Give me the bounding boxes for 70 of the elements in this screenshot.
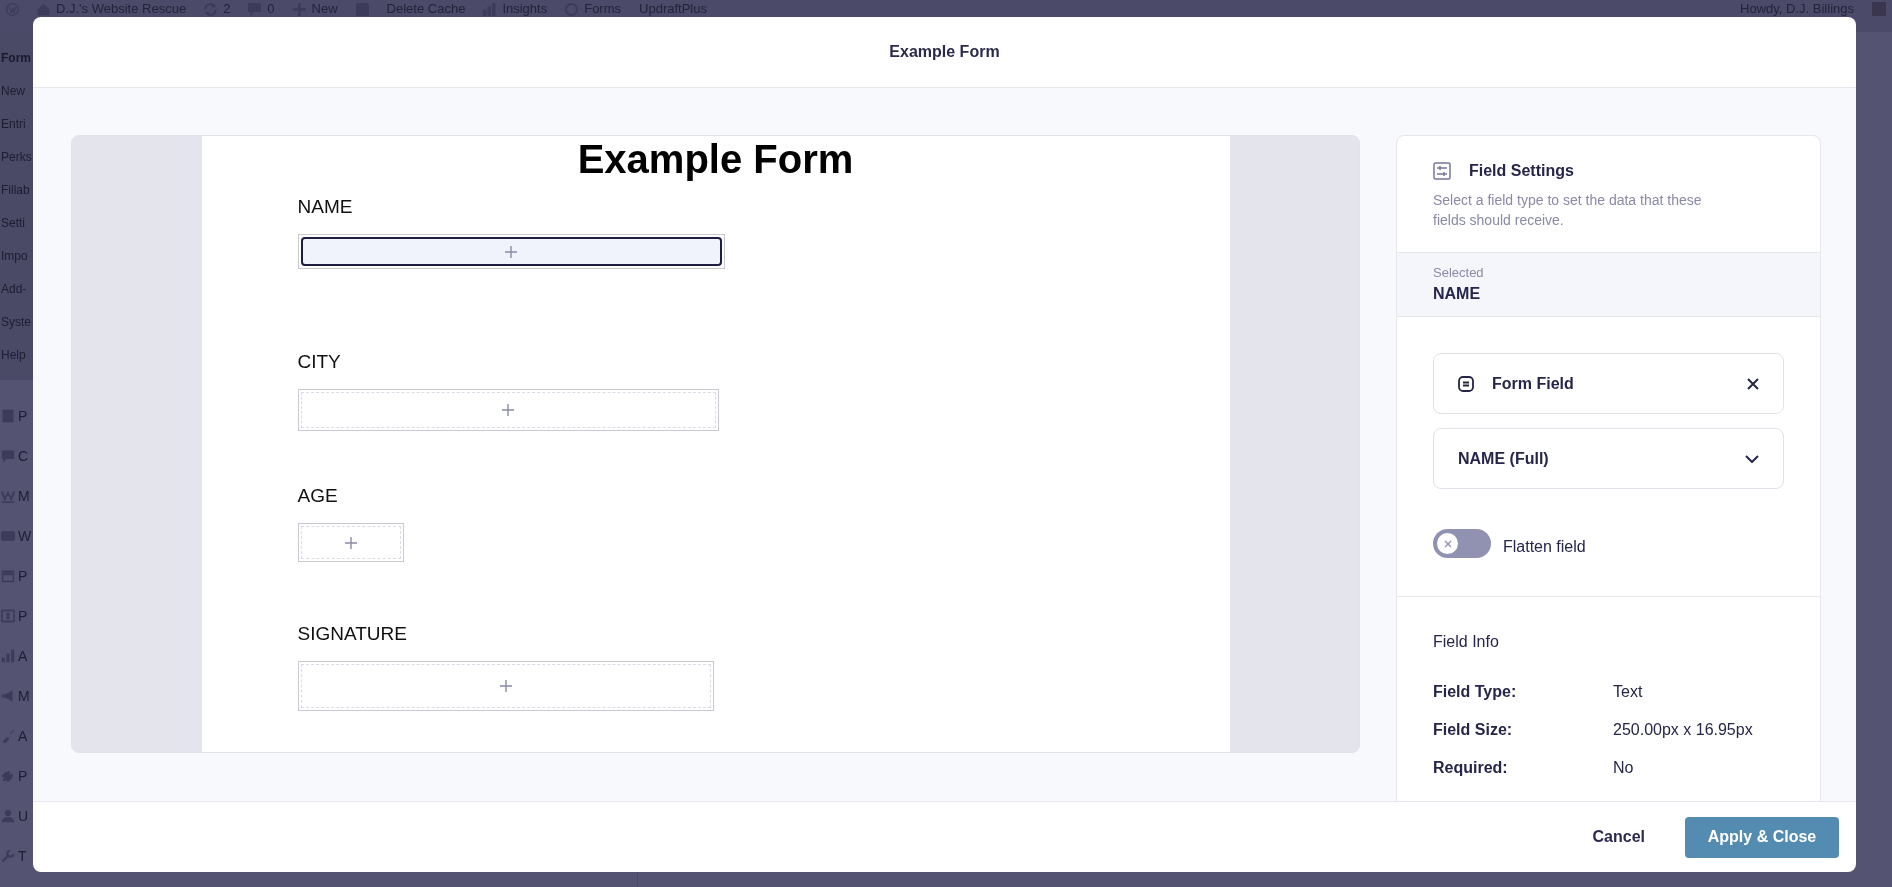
archive-icon — [1, 569, 15, 583]
menu-item[interactable]: M — [0, 476, 160, 516]
menu-item[interactable]: P — [0, 596, 160, 636]
document-icon — [1, 409, 15, 423]
form-field-slot[interactable] — [297, 389, 719, 431]
wave-letter-icon — [1, 489, 15, 503]
plus-icon — [344, 536, 357, 549]
form-field-icon — [1458, 375, 1474, 392]
menu-item[interactable]: M — [0, 676, 160, 716]
speech-bubble-icon — [1, 449, 15, 463]
refresh-icon — [204, 2, 218, 16]
x-mark-icon — [1443, 539, 1452, 548]
plus-icon — [502, 404, 514, 416]
section-title: Field Info — [1433, 633, 1500, 651]
bar-chart-icon — [483, 2, 497, 16]
info-label: Field Type: — [1433, 683, 1518, 701]
field-label: SIGNATURE — [297, 623, 407, 645]
wrench-icon — [1, 849, 15, 863]
close-icon[interactable] — [1747, 377, 1759, 390]
selected-value: NAME — [1433, 285, 1482, 303]
toolbar-item[interactable] — [355, 2, 369, 16]
menu-item[interactable]: A — [0, 716, 160, 756]
panel-description: Select a field type to set the data that these fields should receive. — [1433, 191, 1703, 230]
info-value: Text — [1613, 683, 1644, 701]
form-field-slot[interactable] — [297, 661, 714, 711]
selected-label: Selected — [1433, 265, 1485, 280]
forms-logo-icon — [565, 2, 579, 16]
field-label: CITY — [297, 351, 341, 373]
menu-item[interactable]: P — [0, 556, 160, 596]
plus-icon — [505, 245, 517, 258]
field-type-chip[interactable]: Form Field — [1433, 353, 1784, 414]
bar-chart-icon — [1, 649, 15, 663]
info-label: Required: — [1433, 759, 1509, 777]
menu-item[interactable]: T — [0, 836, 160, 876]
info-value: No — [1613, 759, 1635, 777]
toggle-label: Flatten field — [1503, 537, 1586, 556]
apply-close-button[interactable]: Apply & Close — [1685, 816, 1839, 858]
menu-item[interactable]: P — [0, 396, 160, 436]
field-label: AGE — [297, 485, 338, 507]
person-icon — [1, 809, 15, 823]
home-icon — [37, 2, 50, 16]
mapping-dropdown[interactable]: NAME (Full) — [1433, 428, 1784, 489]
flatten-toggle[interactable] — [1433, 529, 1491, 558]
form-field-slot[interactable] — [297, 523, 404, 562]
menu-item[interactable]: U — [0, 796, 160, 836]
field-type-label: Form Field — [1492, 374, 1575, 393]
plug-icon — [1, 769, 15, 783]
document-title: Example Form — [577, 136, 854, 182]
comment-icon — [248, 2, 262, 16]
megaphone-icon — [1, 689, 15, 703]
panel-title: Field Settings — [1469, 162, 1574, 180]
plus-icon — [499, 680, 512, 692]
brush-icon — [1, 729, 15, 743]
info-label: Field Size: — [1433, 721, 1514, 739]
shop-icon — [1, 529, 15, 543]
field-label: NAME — [297, 196, 353, 218]
info-value: 250.00px x 16.95px — [1613, 721, 1754, 739]
banknote-icon — [1, 609, 15, 623]
plus-icon — [292, 2, 306, 16]
dialog-title: Example Form — [889, 43, 1000, 61]
chevron-down-icon — [1745, 454, 1759, 463]
form-field-slot[interactable] — [297, 234, 725, 269]
menu-item[interactable]: C — [0, 436, 160, 476]
seo-logo-icon — [355, 2, 369, 16]
cancel-button[interactable]: Cancel — [1592, 828, 1645, 846]
menu-item[interactable]: P — [0, 756, 160, 796]
sliders-icon — [1433, 162, 1451, 180]
avatar — [1872, 2, 1886, 16]
menu-item[interactable]: W — [0, 516, 160, 556]
menu-item[interactable]: A — [0, 636, 160, 676]
